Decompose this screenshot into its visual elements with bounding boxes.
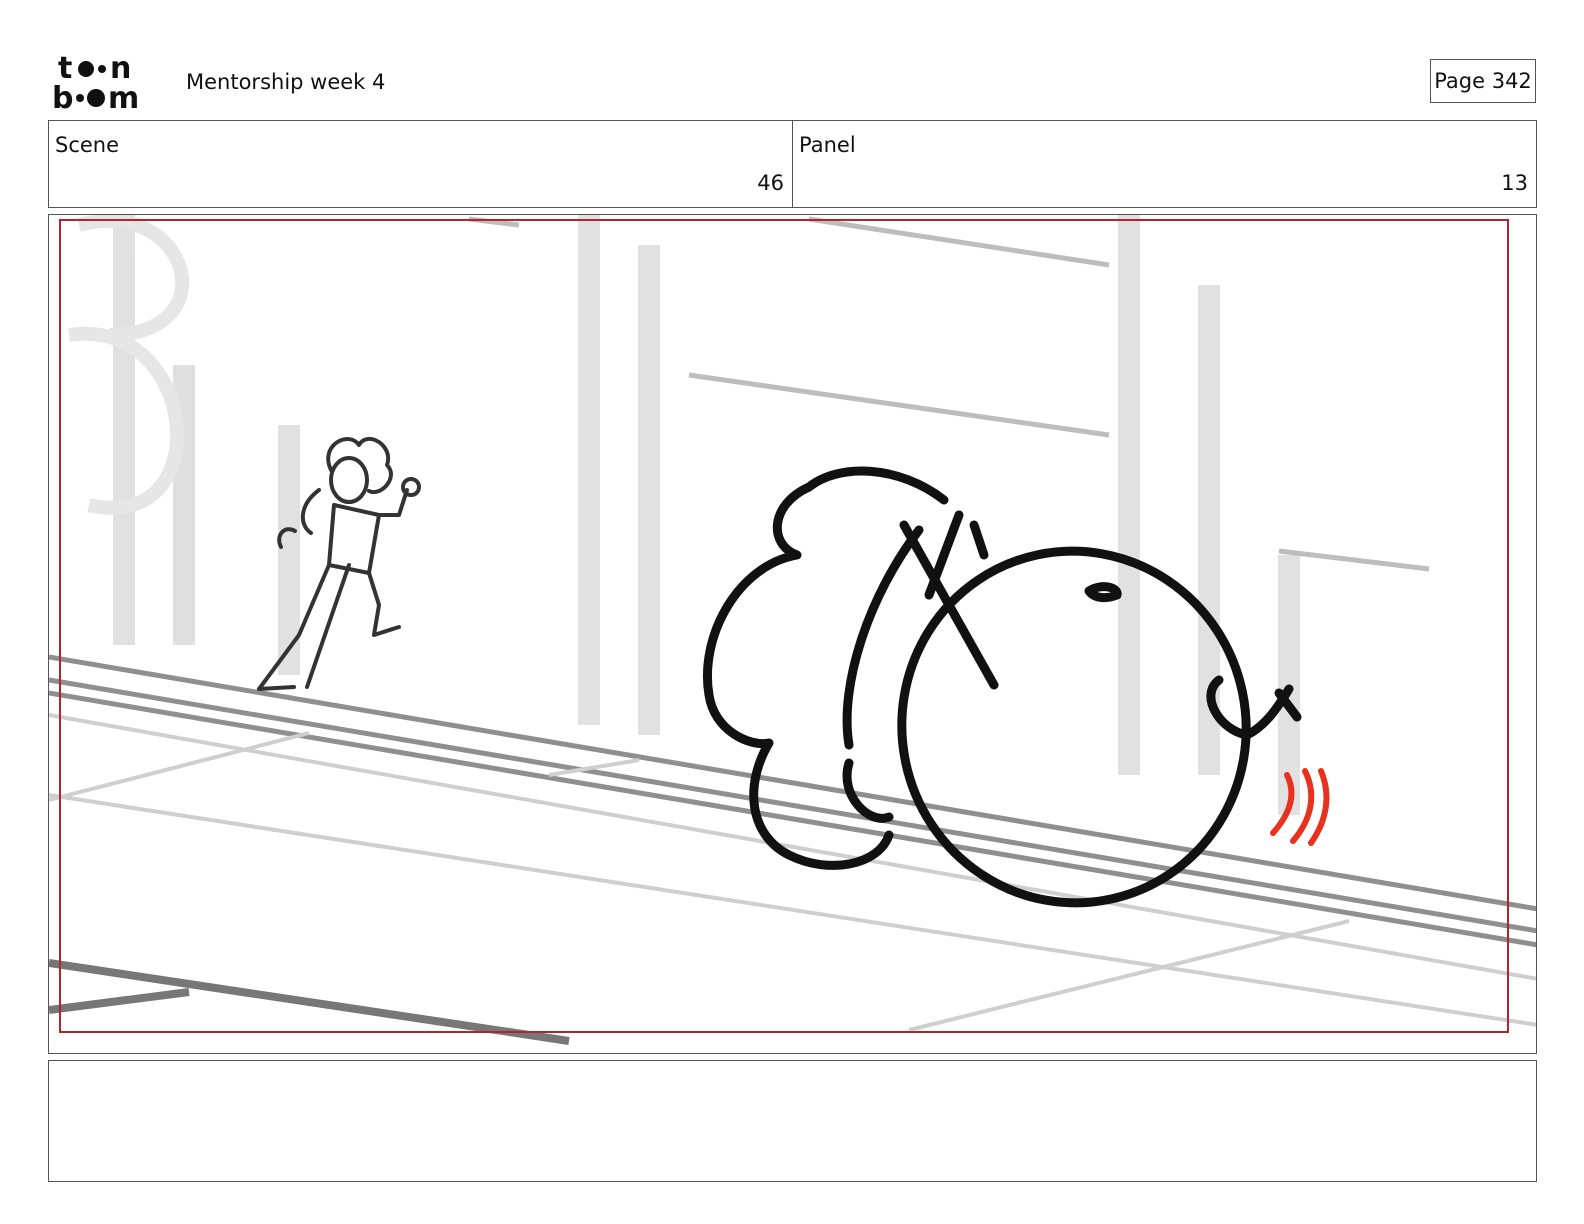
svg-text:b: b bbox=[52, 81, 73, 110]
foreground-rail bbox=[49, 959, 570, 1045]
storyboard-frame bbox=[48, 214, 1537, 1054]
scene-label: Scene bbox=[55, 133, 120, 157]
toonboom-logo: t n b m bbox=[52, 51, 164, 116]
panel-cell: Panel 13 bbox=[792, 121, 1536, 207]
svg-text:m: m bbox=[108, 81, 139, 110]
page-number: Page 342 bbox=[1430, 59, 1536, 103]
logo-graphic: t n b m bbox=[52, 51, 139, 116]
storyboard-sketch bbox=[49, 215, 1536, 1045]
panel-number: 13 bbox=[1501, 171, 1528, 195]
document-title: Mentorship week 4 bbox=[186, 70, 386, 94]
panel-label: Panel bbox=[799, 133, 856, 157]
scene-panel-info: Scene 46 Panel 13 bbox=[48, 120, 1537, 208]
scene-cell: Scene 46 bbox=[49, 121, 792, 207]
background-beams bbox=[468, 216, 1430, 572]
background-pillars bbox=[113, 215, 1300, 815]
scene-number: 46 bbox=[757, 171, 784, 195]
panel-notes[interactable] bbox=[48, 1060, 1537, 1182]
